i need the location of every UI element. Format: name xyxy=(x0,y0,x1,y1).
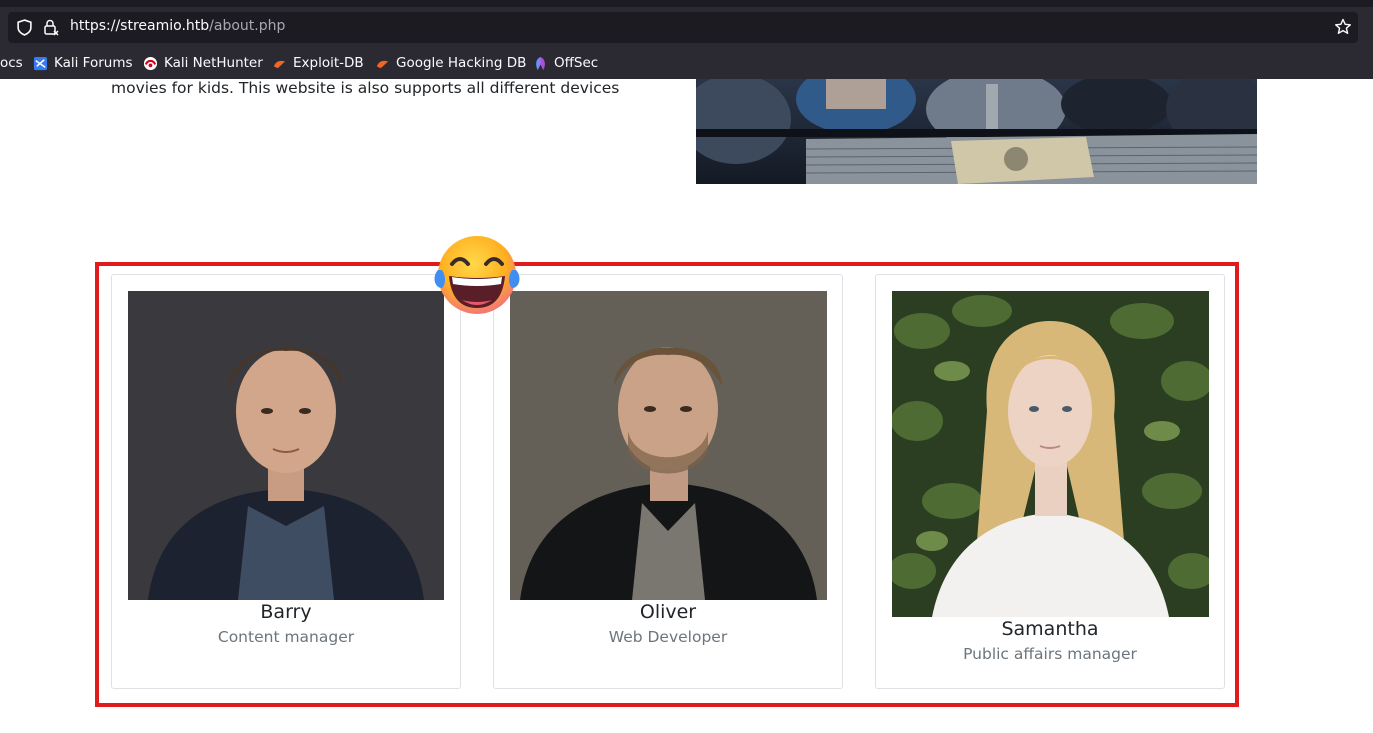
team-member-name: Barry xyxy=(260,601,312,623)
team-photo xyxy=(892,291,1209,617)
bookmark-exploit-db[interactable]: Exploit-DB xyxy=(272,50,364,76)
bookmark-docs[interactable]: ocs xyxy=(0,50,23,76)
url-text[interactable]: https://streamio.htb/about.php xyxy=(70,18,285,34)
exploit-db-icon xyxy=(273,60,286,68)
bookmark-label: Google Hacking DB xyxy=(396,55,527,71)
kali-nethunter-icon xyxy=(143,56,158,70)
team-card-barry: Barry Content manager xyxy=(111,274,461,689)
shield-icon[interactable] xyxy=(16,19,33,36)
url-host: https://streamio.htb xyxy=(70,18,210,34)
bookmark-star-icon[interactable] xyxy=(1334,18,1352,36)
hero-photo xyxy=(696,79,1257,184)
team-card-samantha: Samantha Public affairs manager xyxy=(875,274,1225,689)
team-member-role: Web Developer xyxy=(608,628,728,646)
bookmark-label: ocs xyxy=(0,55,23,71)
bookmark-kali-forums[interactable]: Kali Forums xyxy=(33,50,133,76)
browser-chrome: https://streamio.htb/about.php ocs Kali … xyxy=(0,0,1373,79)
offsec-icon xyxy=(536,56,545,70)
about-intro-text: movies for kids. This website is also su… xyxy=(111,79,620,97)
team-member-name: Samantha xyxy=(1001,618,1099,640)
lock-icon[interactable] xyxy=(42,18,60,36)
bookmark-google-hacking-db[interactable]: Google Hacking DB xyxy=(375,50,526,76)
page-content: movies for kids. This website is also su… xyxy=(0,79,1373,733)
team-member-role: Content manager xyxy=(217,628,355,646)
team-card-oliver: Oliver Web Developer xyxy=(493,274,843,689)
team-member-name: Oliver xyxy=(639,601,697,623)
hero-image xyxy=(696,79,1257,184)
laughing-emoji-icon xyxy=(434,236,520,314)
bookmark-label: OffSec xyxy=(554,55,599,71)
team-photo xyxy=(128,291,444,600)
bookmark-label: Kali Forums xyxy=(54,55,133,71)
url-path: /about.php xyxy=(209,18,286,34)
kali-forums-icon xyxy=(33,56,48,70)
team-photo xyxy=(510,291,827,600)
tab-strip-edge xyxy=(0,0,1373,7)
address-bar[interactable]: https://streamio.htb/about.php xyxy=(8,12,1358,43)
bookmark-label: Kali NetHunter xyxy=(164,55,263,71)
bookmark-kali-nethunter[interactable]: Kali NetHunter xyxy=(143,50,263,76)
google-hacking-db-icon xyxy=(376,60,389,68)
bookmark-offsec[interactable]: OffSec xyxy=(533,50,598,76)
bookmark-label: Exploit-DB xyxy=(293,55,364,71)
team-member-role: Public affairs manager xyxy=(963,645,1137,663)
